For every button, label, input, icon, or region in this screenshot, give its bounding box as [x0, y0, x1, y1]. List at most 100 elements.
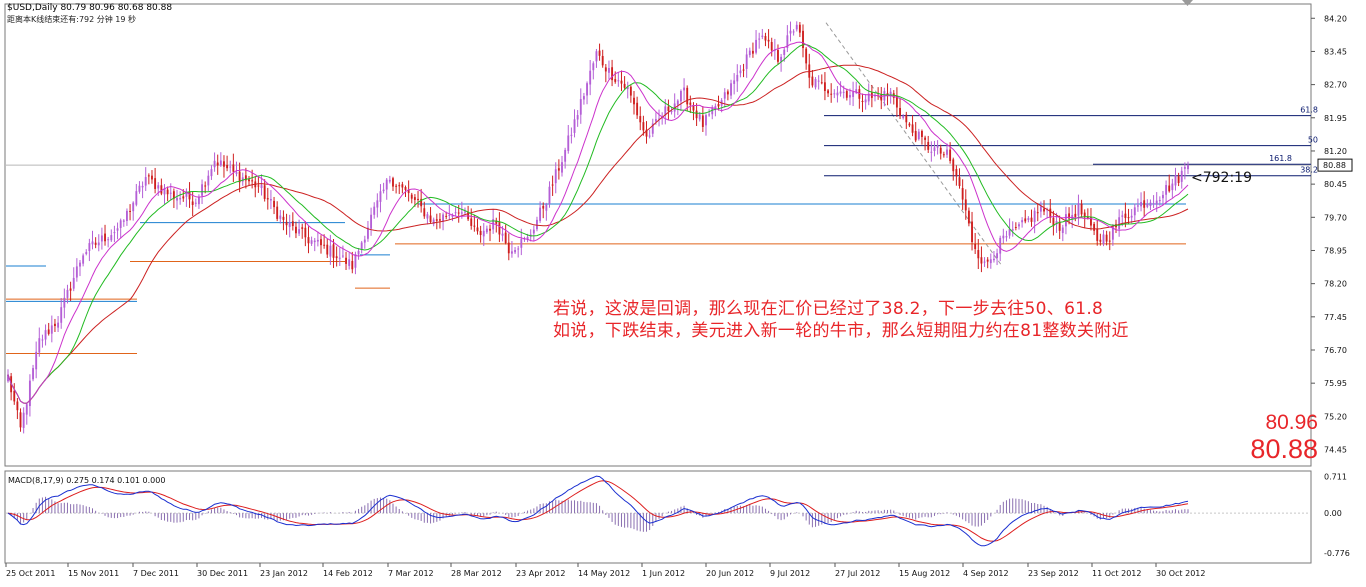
- candle-body: [617, 80, 620, 82]
- candle-body: [629, 86, 632, 96]
- candle-body: [129, 210, 132, 212]
- candle-body: [141, 185, 144, 188]
- candle-body: [201, 184, 203, 196]
- candle-body: [313, 240, 316, 243]
- candle-body: [204, 185, 207, 187]
- candle-body: [160, 185, 163, 194]
- candle-body: [1099, 239, 1102, 242]
- candle-body: [542, 205, 545, 209]
- fib-level-label-38-2: 38.2: [1300, 166, 1318, 175]
- candle-body: [473, 225, 476, 227]
- candle-body: [564, 149, 567, 162]
- candle-body: [179, 198, 182, 200]
- candle-body: [248, 179, 250, 182]
- candle-body: [126, 210, 128, 221]
- fib-level-label-61-8: 61.8: [1300, 106, 1318, 115]
- candle-body: [398, 185, 401, 187]
- candle-body: [28, 380, 31, 407]
- x-tick-label: 15 Aug 2012: [899, 569, 950, 578]
- candle-body: [927, 141, 930, 150]
- candle-body: [345, 257, 347, 264]
- candle-body: [830, 93, 833, 95]
- candle-body: [683, 87, 686, 91]
- candle-body: [986, 259, 989, 262]
- candle-body: [861, 100, 864, 102]
- candle-body: [1014, 226, 1017, 228]
- x-tick-label: 30 Oct 2012: [1156, 569, 1205, 578]
- candle-body: [454, 212, 457, 214]
- x-tick-label: 23 Apr 2012: [516, 569, 565, 578]
- candle-body: [1155, 200, 1158, 205]
- candle-body: [19, 412, 22, 428]
- candle-body: [1080, 203, 1083, 215]
- candle-body: [983, 261, 986, 263]
- candle-body: [122, 220, 125, 222]
- candle-body: [755, 39, 758, 53]
- candle-body: [166, 189, 169, 195]
- candle-body: [1102, 234, 1105, 244]
- candle-body: [939, 147, 942, 154]
- candle-body: [955, 169, 958, 177]
- candle-body: [1152, 203, 1155, 205]
- candle-body: [57, 322, 60, 328]
- candle-body: [223, 161, 225, 167]
- candle-body: [285, 221, 288, 226]
- candle-body: [423, 208, 426, 217]
- candle-body: [567, 135, 570, 151]
- candle-body: [263, 185, 266, 199]
- candle-body: [316, 239, 319, 242]
- x-tick-label: 7 Dec 2011: [133, 569, 179, 578]
- candle-body: [41, 339, 44, 341]
- candle-body: [169, 192, 172, 194]
- x-tick-label: 23 Jan 2012: [260, 569, 308, 578]
- candle-body: [899, 107, 901, 116]
- candle-body: [595, 51, 598, 62]
- candle-body: [260, 185, 263, 188]
- candle-body: [946, 149, 948, 155]
- candle-body: [489, 228, 491, 231]
- candle-body: [792, 31, 795, 33]
- candle-body: [1158, 200, 1161, 202]
- candle-body: [395, 185, 398, 187]
- candle-body: [298, 229, 301, 234]
- candle-body: [964, 199, 967, 211]
- candle-body: [1174, 175, 1177, 186]
- candle-body: [1108, 240, 1111, 242]
- candle-body: [539, 207, 542, 221]
- y-tick-label: 79.70: [1324, 213, 1347, 222]
- candle-body: [902, 115, 905, 118]
- candle-body: [25, 404, 28, 415]
- candle-body: [235, 172, 238, 174]
- candle-body: [1177, 176, 1180, 184]
- candle-body: [16, 401, 19, 411]
- macd-y-tick-label: 0.711: [1324, 473, 1347, 482]
- candle-body: [75, 266, 78, 278]
- candle-body: [551, 184, 554, 186]
- candle-body: [47, 329, 50, 334]
- candle-body: [332, 244, 335, 258]
- candle-body: [817, 80, 820, 82]
- candle-body: [917, 131, 920, 140]
- y-tick-label: 83.45: [1324, 47, 1347, 56]
- price-close-readout: 80.88: [1250, 434, 1318, 464]
- candle-body: [579, 99, 582, 115]
- x-tick-label: 30 Dec 2011: [197, 569, 248, 578]
- candle-body: [329, 245, 332, 257]
- symbol-ohlc-header: $USD,Daily 80.79 80.96 80.68 80.88: [7, 3, 173, 13]
- candle-body: [739, 70, 742, 74]
- candle-body: [335, 256, 338, 259]
- candle-body: [191, 201, 194, 205]
- candle-body: [429, 215, 432, 222]
- x-tick-label: 20 Jun 2012: [706, 569, 754, 578]
- candle-body: [1143, 200, 1146, 208]
- candle-body: [545, 204, 548, 211]
- candle-body: [582, 96, 585, 100]
- x-tick-label: 14 May 2012: [578, 569, 630, 578]
- candle-body: [445, 215, 448, 217]
- candle-body: [639, 116, 642, 123]
- candle-body: [767, 39, 770, 42]
- candle-body: [1011, 229, 1014, 231]
- candle-body: [839, 91, 842, 94]
- countdown-arrow-label: <792:19: [1191, 170, 1252, 186]
- candle-body: [279, 215, 282, 219]
